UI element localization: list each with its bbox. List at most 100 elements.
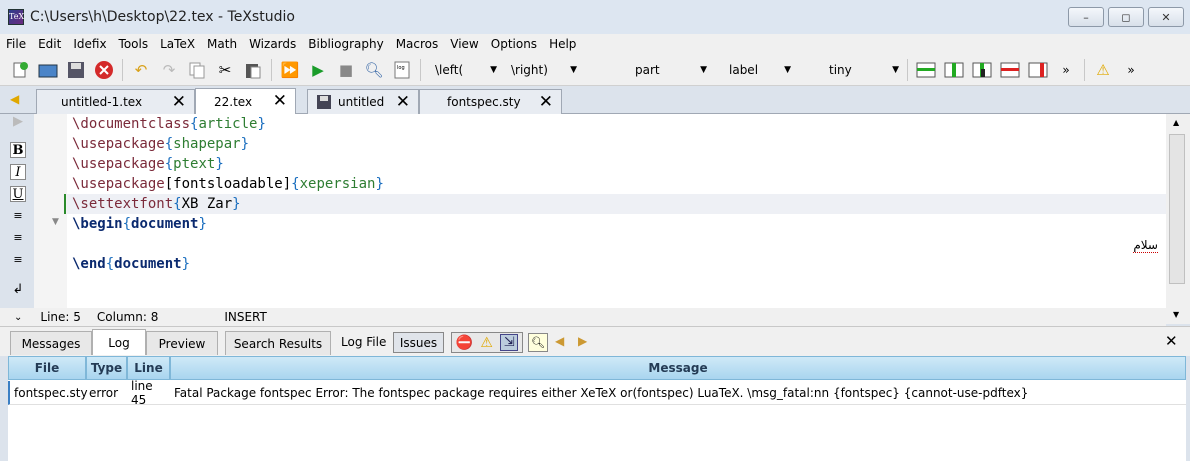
tab-log[interactable]: Log bbox=[92, 329, 146, 355]
code-line-1: \documentclass{article} bbox=[72, 116, 266, 132]
code-editor[interactable]: ▼ \documentclass{article} \usepackage{sh… bbox=[34, 114, 1166, 308]
warning-filter-icon[interactable]: ⚠ bbox=[480, 335, 493, 351]
menu-bibliography[interactable]: Bibliography bbox=[302, 37, 389, 51]
log-file-label: Log File bbox=[341, 335, 387, 349]
back-arrow-icon[interactable]: ◀ bbox=[10, 92, 19, 106]
label-combo[interactable]: label ▼ bbox=[711, 59, 795, 81]
error-filter-icon[interactable]: ⛔ bbox=[456, 335, 473, 351]
copy-icon[interactable] bbox=[186, 59, 208, 81]
delete-column-icon[interactable] bbox=[1027, 59, 1049, 81]
bold-icon[interactable]: B bbox=[10, 142, 26, 158]
column-header-file[interactable]: File bbox=[8, 356, 86, 380]
scroll-up-icon[interactable]: ▲ bbox=[1173, 118, 1179, 127]
toolbar-overflow-icon[interactable]: » bbox=[1120, 59, 1142, 81]
code-line-2: \usepackage{shapepar} bbox=[72, 136, 250, 152]
close-tab-icon[interactable]: ✕ bbox=[539, 93, 553, 111]
cut-icon[interactable]: ✂ bbox=[214, 59, 236, 81]
output-panel-tabs: Messages Log Preview Search Results Log … bbox=[0, 326, 1190, 356]
tab-untitled[interactable]: untitled ✕ bbox=[307, 89, 419, 114]
menu-options[interactable]: Options bbox=[485, 37, 543, 51]
document-tab-bar: ◀ untitled-1.tex ✕ 22.tex ✕ untitled ✕ font… bbox=[0, 86, 1190, 114]
scroll-thumb[interactable] bbox=[1169, 134, 1185, 284]
table-row-icon[interactable] bbox=[915, 59, 937, 81]
view-log-icon[interactable]: log bbox=[391, 59, 413, 81]
delete-row-icon[interactable] bbox=[999, 59, 1021, 81]
tab-fontspec-sty[interactable]: fontspec.sty ✕ bbox=[419, 89, 562, 114]
align-left-icon[interactable]: ≡ bbox=[10, 208, 26, 224]
save-icon[interactable] bbox=[65, 59, 87, 81]
title-bar: TeX C:\Users\h\Desktop\22.tex - TeXstudi… bbox=[0, 0, 1190, 34]
column-header-message[interactable]: Message bbox=[170, 356, 1186, 380]
table-column-icon[interactable] bbox=[943, 59, 965, 81]
next-issue-icon[interactable]: ▶ bbox=[578, 334, 587, 348]
texstudio-logo-icon: TeX bbox=[8, 9, 24, 25]
dropdown-arrow-icon: ▼ bbox=[490, 64, 497, 75]
open-file-icon[interactable] bbox=[37, 59, 59, 81]
view-pdf-icon[interactable]: 🔍︎ bbox=[363, 59, 385, 81]
undo-icon[interactable]: ↶ bbox=[130, 59, 152, 81]
close-file-icon[interactable] bbox=[93, 59, 115, 81]
paste-icon[interactable] bbox=[242, 59, 264, 81]
font-size-combo[interactable]: tiny ▼ bbox=[795, 59, 903, 81]
status-mode: INSERT bbox=[224, 310, 267, 324]
table-cell-icon[interactable] bbox=[971, 59, 993, 81]
menu-file[interactable]: File bbox=[0, 37, 32, 51]
badbox-filter-icon[interactable]: ⇲ bbox=[500, 334, 519, 351]
warning-icon[interactable]: ⚠ bbox=[1092, 59, 1114, 81]
maximize-button[interactable]: ◻ bbox=[1108, 7, 1144, 27]
menu-idefix[interactable]: Idefix bbox=[67, 37, 112, 51]
menu-math[interactable]: Math bbox=[201, 37, 243, 51]
menu-edit[interactable]: Edit bbox=[32, 37, 67, 51]
redo-icon[interactable]: ↷ bbox=[158, 59, 180, 81]
issue-filter-group: ⛔ ⚠ ⇲ bbox=[451, 332, 523, 353]
toolbar-overflow-icon[interactable]: » bbox=[1055, 59, 1077, 81]
editor-vertical-scrollbar[interactable]: ▲ ▼ bbox=[1166, 114, 1190, 324]
stop-icon[interactable]: ■ bbox=[335, 59, 357, 81]
log-type-cell: error bbox=[89, 386, 119, 400]
menu-wizards[interactable]: Wizards bbox=[243, 37, 302, 51]
tab-22-tex[interactable]: 22.tex ✕ bbox=[195, 88, 296, 114]
fold-arrow-icon[interactable]: ▼ bbox=[52, 217, 59, 227]
right-delimiter-combo[interactable]: \right) ▼ bbox=[501, 59, 581, 81]
left-delimiter-combo[interactable]: \left(▼ bbox=[425, 59, 501, 81]
column-header-type[interactable]: Type bbox=[86, 356, 127, 380]
find-issue-icon[interactable]: 🔍︎ bbox=[528, 333, 548, 352]
close-panel-icon[interactable]: ✕ bbox=[1165, 332, 1178, 350]
menu-macros[interactable]: Macros bbox=[390, 37, 445, 51]
previous-issue-icon[interactable]: ◀ bbox=[555, 334, 564, 348]
compile-icon[interactable]: ▶ bbox=[307, 59, 329, 81]
align-right-icon[interactable]: ≡ bbox=[10, 252, 26, 268]
newline-icon[interactable]: ↲ bbox=[10, 282, 26, 298]
build-view-icon[interactable]: ⏩ bbox=[279, 59, 301, 81]
dropdown-arrow-icon: ▼ bbox=[570, 64, 577, 75]
toggle-panel-icon[interactable]: ⌄ bbox=[14, 312, 22, 323]
column-header-line[interactable]: Line bbox=[127, 356, 170, 380]
menu-latex[interactable]: LaTeX bbox=[154, 37, 201, 51]
underline-icon[interactable]: U bbox=[10, 186, 26, 202]
window-title: C:\Users\h\Desktop\22.tex - TeXstudio bbox=[30, 9, 295, 25]
tab-untitled-1[interactable]: untitled-1.tex ✕ bbox=[36, 89, 195, 114]
italic-icon[interactable]: I bbox=[10, 164, 26, 180]
status-line: Line: 5 bbox=[40, 310, 81, 324]
modified-line-marker bbox=[64, 194, 66, 214]
close-tab-icon[interactable]: ✕ bbox=[273, 93, 287, 110]
new-file-icon[interactable] bbox=[9, 59, 31, 81]
menu-view[interactable]: View bbox=[444, 37, 484, 51]
close-tab-icon[interactable]: ✕ bbox=[172, 93, 186, 111]
forward-arrow-icon[interactable]: ▶ bbox=[10, 114, 26, 130]
code-line-6: \begin{document} bbox=[72, 216, 207, 232]
minimize-button[interactable]: – bbox=[1068, 7, 1104, 27]
close-tab-icon[interactable]: ✕ bbox=[396, 93, 410, 111]
menu-bar: File Edit Idefix Tools LaTeX Math Wizard… bbox=[0, 34, 1190, 54]
section-combo[interactable]: part ▼ bbox=[581, 59, 711, 81]
tab-messages[interactable]: Messages bbox=[10, 331, 92, 355]
tab-search-results[interactable]: Search Results bbox=[225, 331, 331, 355]
issues-button[interactable]: Issues bbox=[393, 332, 444, 353]
tab-preview[interactable]: Preview bbox=[146, 331, 218, 355]
menu-tools[interactable]: Tools bbox=[113, 37, 155, 51]
menu-help[interactable]: Help bbox=[543, 37, 582, 51]
align-center-icon[interactable]: ≡ bbox=[10, 230, 26, 246]
scroll-down-icon[interactable]: ▼ bbox=[1173, 310, 1179, 319]
texstudio-window: TeX C:\Users\h\Desktop\22.tex - TeXstudi… bbox=[0, 0, 1190, 461]
close-window-button[interactable]: ✕ bbox=[1148, 7, 1184, 27]
